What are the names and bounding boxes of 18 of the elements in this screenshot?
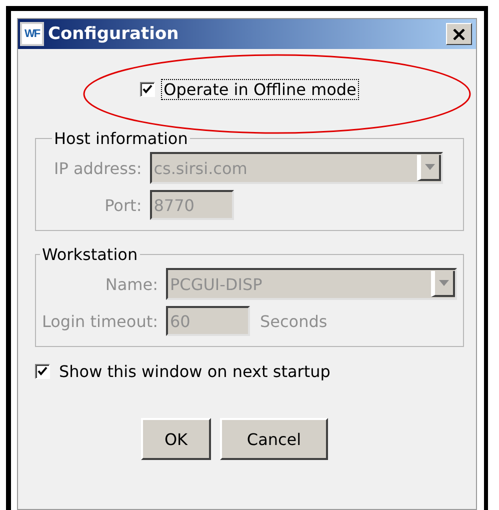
field-label: Login timeout: — [42, 312, 158, 330]
window-title: Configuration — [48, 24, 180, 44]
group-title: Host information — [53, 129, 189, 148]
unit-label: Seconds — [260, 312, 328, 330]
dropdown-arrow-icon — [425, 164, 435, 170]
close-icon — [453, 28, 465, 40]
field-label: Port: — [104, 196, 142, 214]
checkmark-icon — [142, 84, 153, 94]
dropdown-arrow-icon — [439, 280, 449, 286]
field-label: IP address: — [54, 158, 142, 178]
dialog-button[interactable]: Cancel — [220, 418, 328, 460]
dialog-button[interactable]: OK — [141, 418, 211, 460]
checkmark-icon — [37, 366, 48, 377]
group-title: Workstation — [41, 245, 139, 264]
close-button[interactable] — [446, 23, 472, 45]
field-label: Name: — [104, 274, 158, 294]
startup-checkbox[interactable]: Show this window on next startup — [35, 361, 464, 382]
app-icon: WF — [20, 22, 44, 46]
